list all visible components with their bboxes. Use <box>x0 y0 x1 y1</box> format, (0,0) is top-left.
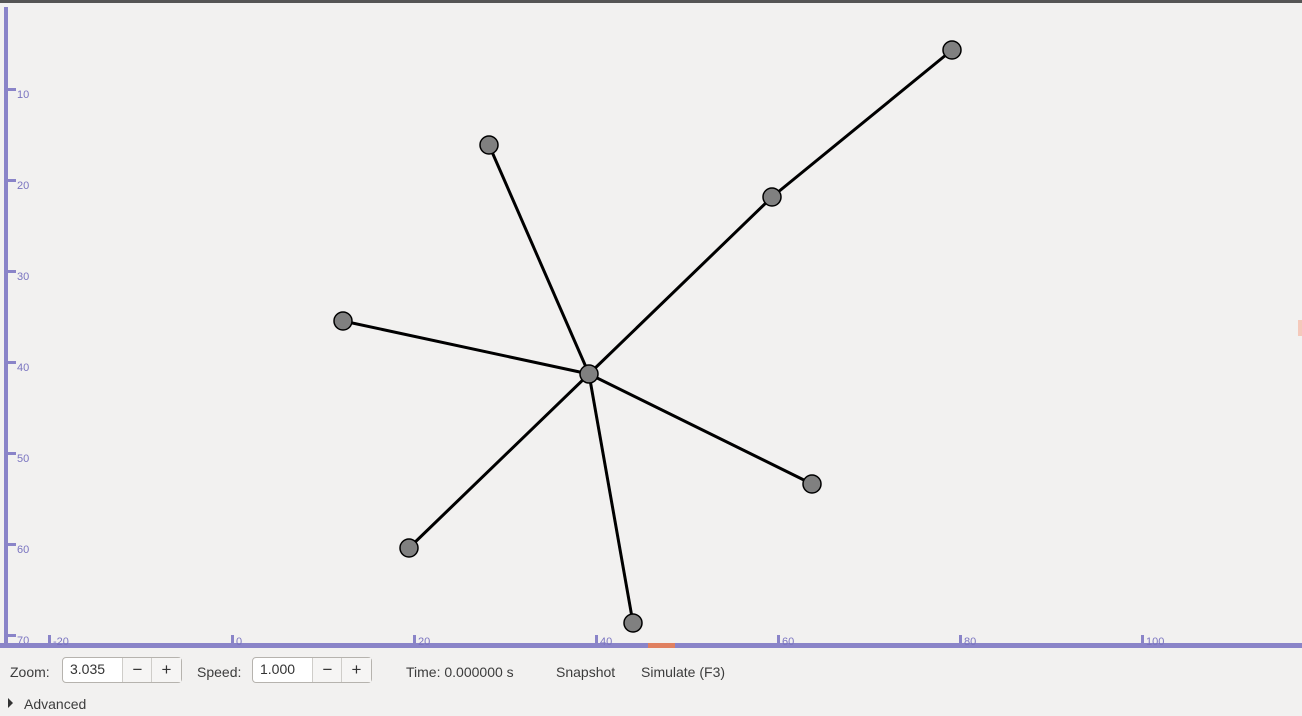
simulation-canvas[interactable]: 10203040506070 -20 0 20 40 60 80 100 <box>0 3 1302 648</box>
node-bottom[interactable] <box>623 613 643 633</box>
x-tick-mark <box>1141 635 1144 643</box>
y-tick-mark <box>8 88 16 91</box>
x-tick-mark <box>777 635 780 643</box>
x-tick-mark <box>231 635 234 643</box>
node-mid-right[interactable] <box>762 187 782 207</box>
edge-line <box>587 373 635 624</box>
speed-label: Speed: <box>197 664 242 680</box>
node-top-center[interactable] <box>479 135 499 155</box>
node-top-right[interactable] <box>942 40 962 60</box>
edges-layer <box>342 48 953 624</box>
x-tick-mark <box>959 635 962 643</box>
x-tick-label: 60 <box>782 636 794 648</box>
y-tick-label: 50 <box>17 453 29 465</box>
zoom-spinbox[interactable]: 3.035 − + <box>62 657 182 683</box>
x-tick-label: 40 <box>600 636 612 648</box>
zoom-value[interactable]: 3.035 <box>70 661 105 677</box>
x-tick-mark <box>413 635 416 643</box>
x-tick-mark <box>595 635 598 643</box>
x-tick-label: 20 <box>418 636 430 648</box>
y-tick-mark <box>8 634 16 637</box>
edge-line <box>771 48 953 199</box>
zoom-label: Zoom: <box>10 664 50 680</box>
edge-line <box>407 372 591 550</box>
x-tick-mark <box>48 635 51 643</box>
y-axis-line <box>4 7 8 647</box>
speed-decrease-button[interactable]: − <box>312 658 342 682</box>
node-lower-right[interactable] <box>802 474 822 494</box>
edge-line <box>588 372 813 486</box>
y-tick-label: 40 <box>17 362 29 374</box>
y-tick-label: 60 <box>17 544 29 556</box>
time-readout: Time: 0.000000 s <box>406 664 514 680</box>
scroll-marker <box>1298 320 1302 336</box>
y-axis-ruler: 10203040506070 <box>4 7 29 647</box>
advanced-expander[interactable]: Advanced <box>24 695 86 713</box>
nodes-layer <box>333 40 962 633</box>
x-tick-label: 80 <box>964 636 976 648</box>
edge-line <box>342 319 590 376</box>
x-tick-label: -20 <box>53 636 69 648</box>
expander-arrow-icon[interactable] <box>8 698 13 708</box>
x-tick-label: 0 <box>236 636 242 648</box>
y-tick-mark <box>8 270 16 273</box>
y-tick-mark <box>8 543 16 546</box>
zoom-increase-button[interactable]: + <box>151 658 181 682</box>
y-tick-label: 20 <box>17 180 29 192</box>
zoom-decrease-button[interactable]: − <box>122 658 152 682</box>
x-axis-ruler: -20 0 20 40 60 80 100 <box>0 635 1302 648</box>
simulate-button[interactable]: Simulate (F3) <box>641 663 725 681</box>
speed-value[interactable]: 1.000 <box>260 661 295 677</box>
speed-spinbox[interactable]: 1.000 − + <box>252 657 372 683</box>
y-tick-mark <box>8 452 16 455</box>
speed-increase-button[interactable]: + <box>341 658 371 682</box>
bottom-toolbar: Zoom: 3.035 − + Speed: 1.000 − + Time: 0… <box>0 648 1302 716</box>
x-tick-label: 100 <box>1146 636 1164 648</box>
y-tick-label: 10 <box>17 89 29 101</box>
edge-line <box>587 195 774 376</box>
edge-line <box>487 144 591 375</box>
y-tick-mark <box>8 179 16 182</box>
y-tick-mark <box>8 361 16 364</box>
node-hub[interactable] <box>579 364 599 384</box>
node-left[interactable] <box>333 311 353 331</box>
snapshot-button[interactable]: Snapshot <box>556 663 615 681</box>
y-tick-label: 30 <box>17 271 29 283</box>
node-lower-left[interactable] <box>399 538 419 558</box>
